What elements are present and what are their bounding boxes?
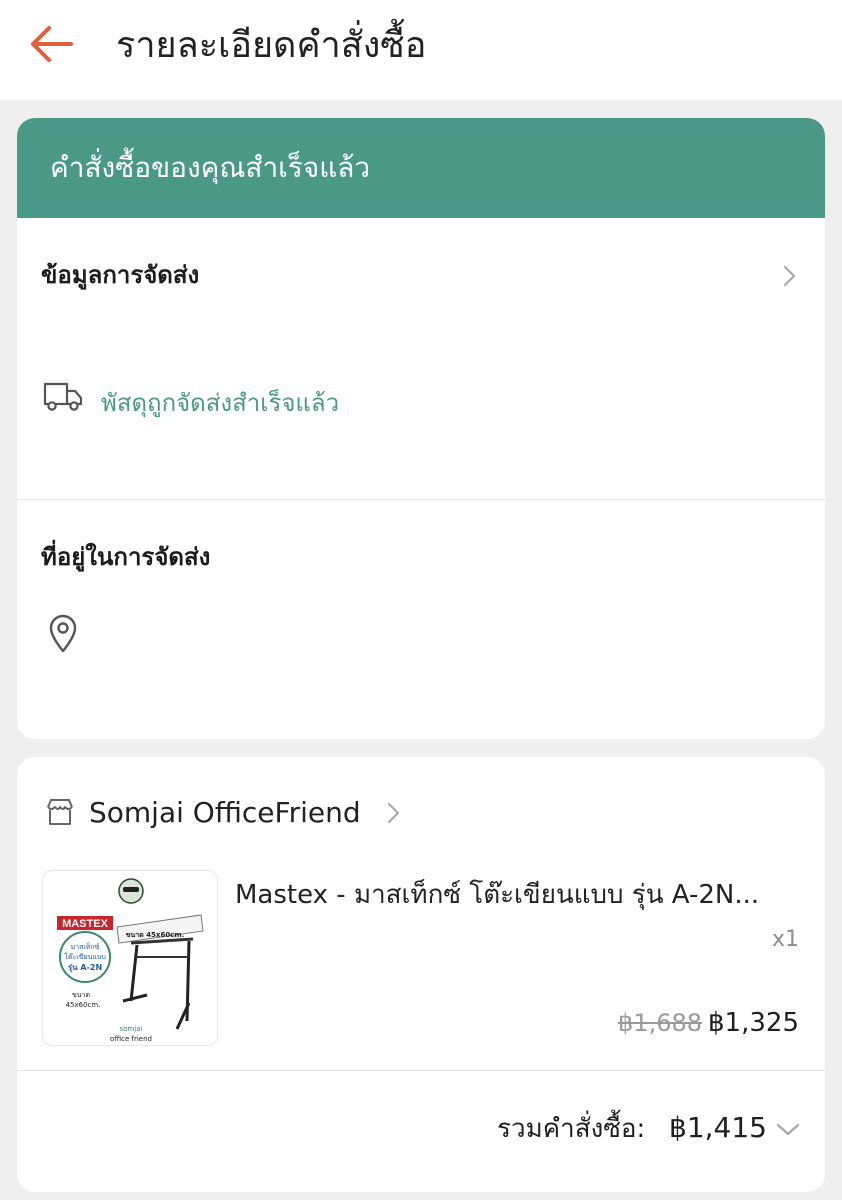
shop-row[interactable]: Somjai OfficeFriend (17, 787, 437, 839)
order-total-row[interactable]: รวมคำสั่งซื้อ: ฿1,415 (17, 1071, 825, 1192)
original-price: ฿1,688 (618, 1009, 703, 1037)
chevron-down-icon (776, 1123, 800, 1136)
order-total-value: ฿1,415 (669, 1111, 767, 1144)
price-row: ฿1,688 ฿1,325 (557, 1005, 799, 1041)
product-image-graphic: MASTEX มาสเท็กซ์ โต๊ะเขียนแบบ รุ่น A-2N … (57, 878, 204, 1043)
product-image-badge-line1: มาสเท็กซ์ (71, 942, 100, 951)
product-image-size-left2: 45x60cm. (66, 1001, 101, 1009)
back-button[interactable] (22, 20, 80, 68)
product-image-size-top: ขนาด 45x60cm. (126, 931, 185, 939)
order-status-text: คำสั่งซื้อของคุณสำเร็จแล้ว (50, 151, 371, 184)
sale-price: ฿1,325 (708, 1008, 799, 1038)
shop-name: Somjai OfficeFriend (89, 796, 361, 829)
location-pin-icon (49, 614, 77, 653)
arrow-left-icon (31, 26, 73, 62)
chevron-right-icon (387, 802, 400, 824)
product-image-badge-line2: โต๊ะเขียนแบบ (64, 952, 106, 961)
order-status-banner: คำสั่งซื้อของคุณสำเร็จแล้ว (17, 118, 825, 218)
product-image-shop-line2: office friend (110, 1035, 152, 1043)
top-app-bar: รายละเอียดคำสั่งซื้อ (0, 0, 842, 100)
product-image-brand: MASTEX (62, 918, 109, 930)
product-image[interactable]: MASTEX มาสเท็กซ์ โต๊ะเขียนแบบ รุ่น A-2N … (42, 870, 218, 1046)
delivery-status-text: พัสดุถูกจัดส่งสำเร็จแล้ว (101, 389, 340, 417)
order-status-card: คำสั่งซื้อของคุณสำเร็จแล้ว ข้อมูลการจัดส… (17, 118, 825, 739)
product-name[interactable]: Mastex - มาสเท็กซ์ โต๊ะเขียนแบบ รุ่น A-2… (235, 877, 805, 913)
order-items-card: Somjai OfficeFriend MASTEX มาสเท็กซ์ โต๊… (17, 757, 825, 1192)
product-quantity: x1 (771, 927, 799, 952)
shipping-address-label: ที่อยู่ในการจัดส่ง (41, 543, 211, 571)
page-title: รายละเอียดคำสั่งซื้อ (116, 25, 427, 66)
product-image-size-left1: ขนาด (72, 991, 90, 999)
product-image-badge-line3: รุ่น A-2N (68, 963, 102, 973)
section-divider (17, 499, 825, 500)
order-total-label: รวมคำสั่งซื้อ: (497, 1114, 646, 1144)
shipping-info-label: ข้อมูลการจัดส่ง (41, 261, 200, 289)
store-icon (47, 799, 73, 825)
product-image-shop-line1: somjai (120, 1025, 143, 1033)
chevron-right-icon (783, 265, 796, 287)
truck-icon (43, 382, 83, 411)
